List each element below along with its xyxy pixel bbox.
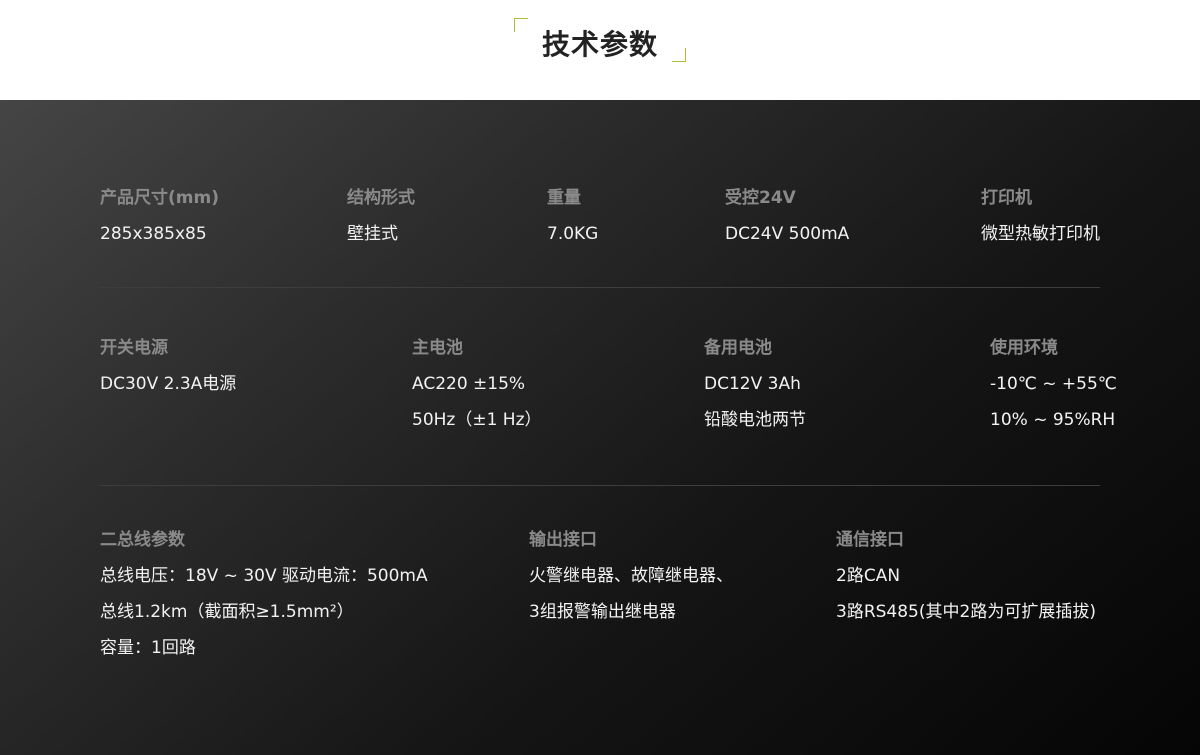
title-frame: 技术参数 [514, 18, 686, 62]
spec-label: 结构形式 [347, 188, 415, 208]
spec-label: 备用电池 [704, 338, 772, 358]
spec-structure: 结构形式 壁挂式 [347, 188, 415, 244]
spec-output-interface: 输出接口 火警继电器、故障继电器、 3组报警输出继电器 [529, 530, 733, 622]
spec-label: 二总线参数 [100, 530, 185, 550]
spec-label: 输出接口 [529, 530, 597, 550]
spec-backup-battery: 备用电池 DC12V 3Ah 铅酸电池两节 [704, 338, 806, 430]
spec-value: 总线1.2km（截面积≥1.5mm²） [100, 602, 354, 622]
spec-value: 285x385x85 [100, 224, 207, 244]
spec-value: AC220 ±15% [412, 374, 526, 394]
spec-value: 容量：1回路 [100, 638, 196, 658]
spec-value: 7.0KG [547, 224, 599, 244]
spec-value: 总线电压：18V ~ 30V 驱动电流：500mA [100, 566, 428, 586]
spec-label: 打印机 [981, 188, 1032, 208]
spec-value: 微型热敏打印机 [981, 224, 1100, 244]
spec-label: 通信接口 [836, 530, 904, 550]
page-header: 技术参数 [0, 0, 1200, 100]
spec-switching-power: 开关电源 DC30V 2.3A电源 [100, 338, 236, 394]
spec-printer: 打印机 微型热敏打印机 [981, 188, 1100, 244]
spec-environment: 使用环境 -10℃ ~ +55℃ 10% ~ 95%RH [990, 338, 1117, 430]
title-corner-bottom-right [672, 48, 686, 62]
page-title: 技术参数 [542, 28, 659, 61]
spec-bus-parameters: 二总线参数 总线电压：18V ~ 30V 驱动电流：500mA 总线1.2km（… [100, 530, 428, 658]
spec-label: 受控24V [725, 188, 796, 208]
divider [100, 287, 1100, 288]
spec-value: 3路RS485(其中2路为可扩展插拔) [836, 602, 1096, 622]
spec-value: -10℃ ~ +55℃ [990, 374, 1117, 394]
spec-controlled-24v: 受控24V DC24V 500mA [725, 188, 849, 244]
spec-value: 2路CAN [836, 566, 901, 586]
spec-value: 火警继电器、故障继电器、 [529, 566, 733, 586]
spec-label: 开关电源 [100, 338, 168, 358]
spec-communication-interface: 通信接口 2路CAN 3路RS485(其中2路为可扩展插拔) [836, 530, 1096, 622]
spec-value: 50Hz（±1 Hz） [412, 410, 542, 430]
divider [100, 485, 1100, 486]
spec-value: 10% ~ 95%RH [990, 410, 1116, 430]
spec-value: DC24V 500mA [725, 224, 850, 244]
spec-panel: 产品尺寸(mm) 285x385x85 结构形式 壁挂式 重量 7.0KG 受控… [0, 100, 1200, 755]
spec-value: 3组报警输出继电器 [529, 602, 676, 622]
spec-weight: 重量 7.0KG [547, 188, 598, 244]
spec-label: 重量 [547, 188, 581, 208]
spec-label: 使用环境 [990, 338, 1058, 358]
spec-value: DC12V 3Ah [704, 374, 801, 394]
spec-label: 产品尺寸(mm) [100, 188, 219, 208]
spec-value: 铅酸电池两节 [704, 410, 806, 430]
spec-label: 主电池 [412, 338, 463, 358]
spec-main-battery: 主电池 AC220 ±15% 50Hz（±1 Hz） [412, 338, 542, 430]
title-corner-top-left [514, 18, 528, 32]
spec-value: 壁挂式 [347, 224, 398, 244]
spec-product-size: 产品尺寸(mm) 285x385x85 [100, 188, 219, 244]
spec-value: DC30V 2.3A电源 [100, 374, 237, 394]
